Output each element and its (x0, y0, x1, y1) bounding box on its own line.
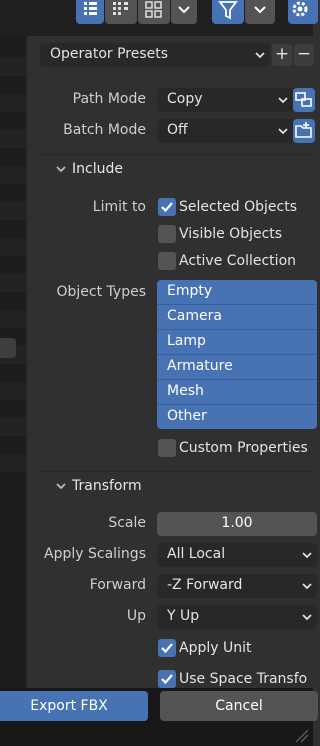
selected-objects-label[interactable]: Selected Objects (179, 199, 297, 215)
include-section-title: Include (72, 161, 123, 177)
file-row[interactable] (0, 274, 26, 292)
selected-objects-checkbox[interactable] (158, 198, 176, 216)
object-type-mesh[interactable]: Mesh (157, 379, 317, 404)
apply-scalings-dropdown[interactable]: All Local (157, 543, 317, 567)
panel-resize-handle[interactable] (0, 338, 16, 358)
up-axis-dropdown[interactable]: Y Up (157, 605, 317, 629)
batch-own-dir-button[interactable] (293, 119, 315, 143)
section-divider (40, 154, 313, 155)
grid-view-icon (145, 1, 162, 18)
operator-presets-dropdown[interactable]: Operator Presets (40, 43, 270, 67)
use-space-transform-checkbox[interactable] (158, 670, 176, 688)
forward-label: Forward (89, 577, 146, 593)
checkmark-icon (161, 643, 173, 654)
file-browser-header (0, 0, 318, 36)
new-folder-icon (295, 122, 312, 138)
chevron-down-icon (302, 552, 312, 559)
file-row[interactable] (0, 166, 26, 184)
active-collection-checkbox[interactable] (158, 252, 176, 270)
use-space-transform-label[interactable]: Use Space Transfo (179, 671, 307, 687)
chevron-down-icon (178, 6, 190, 14)
cancel-button[interactable]: Cancel (160, 691, 318, 721)
chevron-down-icon (56, 483, 66, 490)
up-axis-value: Y Up (167, 608, 200, 624)
transform-section-header[interactable]: Transform (54, 478, 142, 494)
filter-toggle-button[interactable] (212, 0, 244, 24)
resize-grip-icon[interactable] (290, 728, 310, 744)
chevron-down-icon (254, 6, 266, 14)
file-row[interactable] (0, 202, 26, 220)
batch-mode-label: Batch Mode (63, 122, 146, 138)
path-mode-value: Copy (167, 91, 203, 107)
forward-axis-value: -Z Forward (167, 577, 243, 593)
file-row[interactable] (0, 58, 26, 76)
settings-button[interactable] (288, 0, 318, 24)
package-icon (295, 92, 312, 107)
export-fbx-button[interactable]: Export FBX (0, 691, 148, 721)
file-row[interactable] (0, 382, 26, 400)
path-mode-dropdown[interactable]: Copy (157, 88, 293, 112)
scale-value: 1.00 (221, 515, 253, 531)
up-label: Up (126, 608, 146, 624)
limit-to-label: Limit to (92, 199, 146, 215)
active-collection-label[interactable]: Active Collection (179, 253, 296, 269)
chevron-down-icon (302, 614, 312, 621)
visible-objects-checkbox[interactable] (158, 225, 176, 243)
object-type-other[interactable]: Other (157, 404, 317, 429)
chevron-down-icon (255, 52, 265, 59)
object-types-label: Object Types (56, 284, 147, 300)
remove-preset-button[interactable]: − (294, 44, 314, 66)
visible-objects-label[interactable]: Visible Objects (179, 226, 282, 242)
thumbnail-view-icon (113, 2, 128, 15)
checkmark-icon (161, 674, 173, 685)
add-preset-button[interactable]: + (272, 44, 292, 66)
file-list-pane[interactable] (0, 36, 26, 688)
file-row[interactable] (0, 130, 26, 148)
object-type-lamp[interactable]: Lamp (157, 329, 317, 354)
chevron-down-icon (278, 128, 288, 135)
custom-properties-label[interactable]: Custom Properties (179, 440, 308, 456)
chevron-down-icon (56, 166, 66, 173)
list-view-icon (84, 2, 97, 15)
thumbnail-view-button[interactable] (105, 0, 137, 24)
object-types-list: Empty Camera Lamp Armature Mesh Other (157, 280, 317, 429)
checkmark-icon (161, 202, 173, 213)
display-mode-dropdown[interactable] (171, 0, 197, 24)
filter-settings-dropdown[interactable] (245, 0, 275, 24)
file-row[interactable] (0, 310, 26, 328)
file-row[interactable] (0, 418, 26, 436)
apply-scalings-label: Apply Scalings (44, 546, 146, 562)
scale-label: Scale (108, 515, 146, 531)
forward-axis-dropdown[interactable]: -Z Forward (157, 574, 317, 598)
chevron-down-icon (302, 583, 312, 590)
list-view-button[interactable] (76, 0, 104, 24)
embed-textures-button[interactable] (293, 88, 315, 112)
chevron-down-icon (278, 97, 288, 104)
object-type-armature[interactable]: Armature (157, 354, 317, 379)
filter-icon (218, 1, 238, 20)
batch-mode-dropdown[interactable]: Off (157, 119, 293, 143)
file-row[interactable] (0, 454, 26, 472)
section-divider (40, 471, 313, 472)
transform-section-title: Transform (72, 478, 142, 494)
batch-mode-value: Off (167, 122, 188, 138)
operator-presets-label: Operator Presets (50, 46, 169, 62)
grid-view-button[interactable] (138, 0, 170, 24)
path-mode-label: Path Mode (72, 91, 146, 107)
apply-unit-label[interactable]: Apply Unit (179, 640, 251, 656)
file-row[interactable] (0, 94, 26, 112)
object-type-empty[interactable]: Empty (157, 280, 317, 304)
settings-gear-icon (292, 1, 308, 17)
include-section-header[interactable]: Include (54, 161, 123, 177)
apply-unit-checkbox[interactable] (158, 639, 176, 657)
file-row[interactable] (0, 238, 26, 256)
apply-scalings-value: All Local (167, 546, 226, 562)
object-type-camera[interactable]: Camera (157, 304, 317, 329)
scale-slider[interactable]: 1.00 (157, 512, 317, 536)
custom-properties-checkbox[interactable] (158, 439, 176, 457)
